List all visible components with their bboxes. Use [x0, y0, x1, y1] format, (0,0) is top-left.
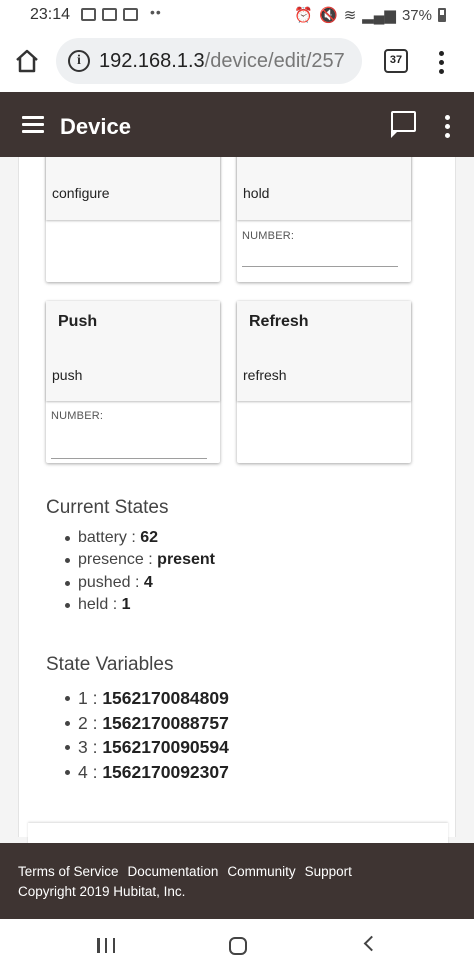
footer-link-support[interactable]: Support	[305, 864, 352, 879]
state-item: pushed : 4	[65, 572, 215, 594]
app-bar: Device	[0, 92, 474, 157]
signal-icon: ▂▄▆	[362, 7, 396, 24]
main-content[interactable]: configure hold NUMBER: Push push NUMBER:…	[0, 157, 474, 843]
command-card-refresh: Refresh refresh	[237, 301, 411, 463]
state-item: battery : 62	[65, 527, 215, 549]
command-card-push: Push push NUMBER:	[46, 301, 220, 463]
state-item: presence : present	[65, 549, 215, 571]
command-button-hold[interactable]: hold	[237, 157, 411, 220]
command-method: hold	[243, 185, 270, 201]
url-host: 192.168.1.3	[99, 50, 205, 72]
command-button-push[interactable]: Push push	[46, 301, 220, 401]
command-button-configure[interactable]: configure	[46, 157, 220, 220]
browser-toolbar: i 192.168.1.3/device/edit/257 37	[0, 30, 474, 92]
hold-number-input[interactable]	[242, 245, 398, 267]
command-method: push	[52, 367, 83, 383]
footer-link-community[interactable]: Community	[227, 864, 295, 879]
variable-item: 2 : 1562170088757	[65, 711, 229, 736]
variable-item: 4 : 1562170092307	[65, 760, 229, 785]
next-section-card	[28, 823, 448, 843]
status-bar: 23:14 •• ⏰ 🔇 ≋ ▂▄▆ 37%	[0, 0, 474, 30]
battery-icon	[438, 8, 446, 22]
command-title: Refresh	[249, 313, 309, 330]
url-text: 192.168.1.3/device/edit/257	[99, 50, 345, 73]
system-icons: ⏰ 🔇 ≋ ▂▄▆ 37%	[294, 6, 446, 24]
current-states-list: battery : 62 presence : present pushed :…	[65, 527, 215, 616]
copyright-text: Copyright 2019 Hubitat, Inc.	[18, 884, 186, 899]
footer-link-documentation[interactable]: Documentation	[128, 864, 219, 879]
app-menu-icon[interactable]	[444, 115, 450, 138]
wifi-icon: ≋	[343, 7, 357, 24]
notification-icons: ••	[81, 4, 162, 21]
mute-icon: 🔇	[319, 7, 338, 24]
command-method: refresh	[243, 367, 287, 383]
chat-icon[interactable]	[390, 111, 416, 138]
footer: Terms of Service Documentation Community…	[0, 843, 474, 919]
command-card-hold: hold NUMBER:	[237, 157, 411, 282]
status-time: 23:14	[30, 6, 71, 23]
home-button[interactable]	[12, 46, 42, 76]
command-card-configure: configure	[46, 157, 220, 282]
variable-item: 3 : 1562170090594	[65, 735, 229, 760]
youtube-notification-icon	[81, 8, 96, 21]
param-label: NUMBER:	[242, 230, 295, 242]
menu-icon[interactable]	[22, 116, 44, 133]
url-path: /device/edit/257	[204, 50, 345, 72]
info-icon[interactable]: i	[68, 50, 90, 72]
state-variables-list: 1 : 1562170084809 2 : 1562170088757 3 : …	[65, 686, 229, 785]
command-title: Push	[58, 313, 98, 330]
system-nav-bar	[0, 919, 474, 974]
more-notifications-icon: ••	[150, 3, 162, 20]
footer-links: Terms of Service Documentation Community…	[18, 864, 352, 879]
recent-apps-icon[interactable]	[97, 938, 115, 953]
browser-menu-icon[interactable]	[438, 51, 444, 74]
page-title: Device	[60, 114, 131, 139]
command-button-refresh[interactable]: Refresh refresh	[237, 301, 411, 401]
state-variables-heading: State Variables	[46, 654, 174, 675]
push-number-input[interactable]	[51, 437, 207, 459]
variable-item: 1 : 1562170084809	[65, 686, 229, 711]
footer-link-terms[interactable]: Terms of Service	[18, 864, 119, 879]
news-notification-icon	[102, 8, 117, 21]
tab-switcher-button[interactable]: 37	[384, 49, 408, 73]
home-nav-icon[interactable]	[229, 937, 247, 955]
command-method: configure	[52, 185, 110, 201]
alarm-icon: ⏰	[294, 7, 313, 24]
address-bar[interactable]: i 192.168.1.3/device/edit/257	[56, 38, 362, 84]
mail-notification-icon	[123, 8, 138, 21]
battery-percent: 37%	[401, 6, 432, 24]
current-states-heading: Current States	[46, 497, 169, 518]
state-item: held : 1	[65, 594, 215, 616]
home-icon	[16, 49, 38, 73]
back-icon[interactable]	[363, 935, 380, 952]
param-label: NUMBER:	[51, 410, 104, 422]
